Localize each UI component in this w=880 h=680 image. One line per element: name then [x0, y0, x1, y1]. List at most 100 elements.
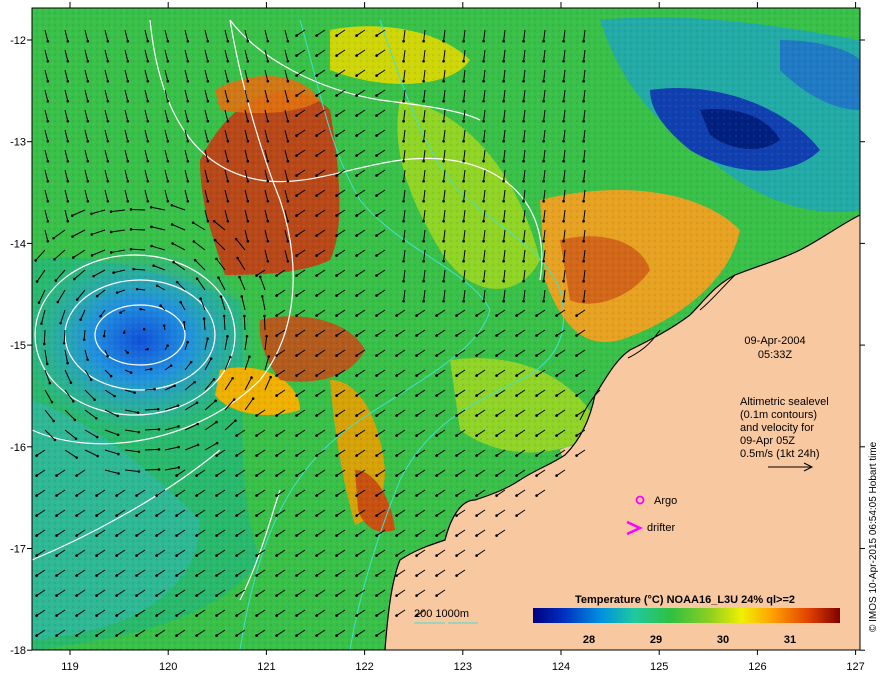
velocity-arrow-head — [315, 574, 318, 577]
velocity-arrow-head — [315, 434, 318, 437]
velocity-arrow-head — [86, 99, 90, 103]
velocity-arrow-head — [422, 299, 425, 303]
velocity-arrow-head — [415, 534, 418, 537]
velocity-arrow-head — [195, 277, 199, 280]
velocity-arrow-head — [355, 74, 358, 77]
velocity-arrow-head — [162, 324, 166, 327]
velocity-arrow-head — [375, 554, 378, 557]
velocity-arrow-head — [582, 239, 585, 243]
velocity-arrow-head — [75, 634, 78, 637]
velocity-arrow-head — [475, 454, 478, 457]
velocity-arrow-head — [442, 259, 445, 263]
velocity-arrow-head — [475, 434, 478, 437]
velocity-arrow-head — [422, 199, 425, 203]
velocity-arrow-head — [395, 394, 398, 397]
velocity-arrow-head — [269, 375, 272, 379]
velocity-arrow-head — [55, 554, 58, 557]
velocity-arrow-head — [355, 254, 358, 257]
velocity-arrow-head — [375, 614, 378, 617]
velocity-arrow-head — [117, 472, 120, 475]
velocity-arrow-head — [315, 294, 318, 297]
velocity-arrow-head — [315, 474, 318, 477]
velocity-arrow-head — [482, 119, 485, 123]
velocity-arrow-head — [522, 179, 525, 183]
velocity-arrow-head — [495, 394, 498, 397]
velocity-arrow-head — [462, 179, 465, 183]
velocity-arrow-head — [236, 256, 239, 260]
velocity-arrow-head — [206, 59, 210, 63]
lat-tick-label: -14 — [10, 238, 26, 250]
velocity-arrow-head — [62, 341, 66, 345]
velocity-arrow-head — [542, 119, 545, 123]
velocity-arrow-head — [275, 374, 278, 377]
velocity-arrow-head — [55, 514, 58, 517]
velocity-arrow-head — [375, 274, 378, 277]
velocity-arrow-head — [255, 434, 258, 437]
velocity-arrow-head — [226, 59, 230, 63]
velocity-arrow-head — [275, 494, 278, 497]
velocity-arrow-head — [73, 277, 76, 281]
velocity-arrow-head — [132, 267, 135, 271]
velocity-arrow-head — [422, 219, 425, 223]
velocity-arrow-head — [75, 534, 78, 537]
velocity-arrow-head — [355, 314, 358, 317]
velocity-arrow-head — [71, 399, 75, 403]
velocity-arrow-head — [335, 54, 338, 57]
velocity-arrow-head — [75, 494, 78, 497]
velocity-arrow-head — [186, 39, 190, 43]
velocity-arrow-head — [146, 179, 150, 183]
velocity-arrow-head — [260, 294, 264, 298]
velocity-arrow-head — [315, 74, 318, 77]
velocity-arrow-head — [137, 430, 141, 434]
velocity-arrow-head — [522, 199, 525, 203]
velocity-arrow-head — [246, 219, 250, 223]
velocity-arrow-head — [215, 420, 218, 424]
velocity-arrow-head — [170, 223, 174, 226]
velocity-arrow-head — [555, 354, 558, 357]
velocity-arrow-head — [335, 574, 338, 577]
velocity-arrow-head — [186, 59, 190, 63]
velocity-arrow-head — [286, 99, 290, 103]
velocity-arrow-head — [196, 443, 200, 447]
velocity-arrow-head — [535, 434, 538, 437]
velocity-arrow-head — [175, 614, 178, 617]
velocity-arrow-head — [166, 159, 170, 163]
velocity-arrow-head — [435, 314, 438, 317]
velocity-arrow-head — [66, 39, 70, 43]
velocity-arrow-head — [402, 279, 405, 283]
colorbar-title: Temperature (°C) NOAA16_L3U 24% ql>=2 — [575, 594, 795, 606]
velocity-arrow-head — [170, 203, 174, 207]
velocity-arrow-head — [375, 534, 378, 537]
velocity-arrow-head — [375, 114, 378, 117]
velocity-arrow-head — [56, 300, 60, 304]
velocity-arrow-head — [315, 154, 318, 157]
velocity-arrow-head — [542, 259, 545, 263]
velocity-arrow-head — [155, 594, 158, 597]
velocity-arrow-head — [286, 259, 290, 263]
velocity-arrow-head — [235, 574, 238, 577]
velocity-arrow-head — [90, 212, 93, 216]
velocity-arrow-head — [275, 574, 278, 577]
velocity-arrow-head — [335, 374, 338, 377]
velocity-arrow-head — [166, 119, 170, 123]
lon-tick-label: 125 — [650, 661, 668, 673]
velocity-arrow-head — [215, 494, 218, 497]
velocity-arrow-head — [215, 614, 218, 617]
velocity-arrow-head — [422, 239, 425, 243]
velocity-arrow-head — [86, 119, 90, 123]
velocity-arrow-head — [265, 334, 268, 338]
colorbar-tick-label: 30 — [717, 634, 729, 646]
velocity-arrow-head — [435, 434, 438, 437]
velocity-arrow-head — [335, 214, 338, 217]
velocity-arrow-head — [115, 634, 118, 637]
velocity-arrow-head — [295, 454, 298, 457]
velocity-arrow-head — [455, 434, 458, 437]
velocity-arrow-head — [266, 59, 270, 63]
lon-tick-label: 122 — [355, 661, 373, 673]
velocity-arrow-head — [146, 347, 149, 351]
lat-tick-label: -18 — [10, 645, 26, 657]
velocity-arrow-head — [175, 474, 178, 477]
velocity-arrow-head — [415, 474, 418, 477]
velocity-arrow-head — [235, 534, 238, 537]
velocity-arrow-head — [155, 574, 158, 577]
